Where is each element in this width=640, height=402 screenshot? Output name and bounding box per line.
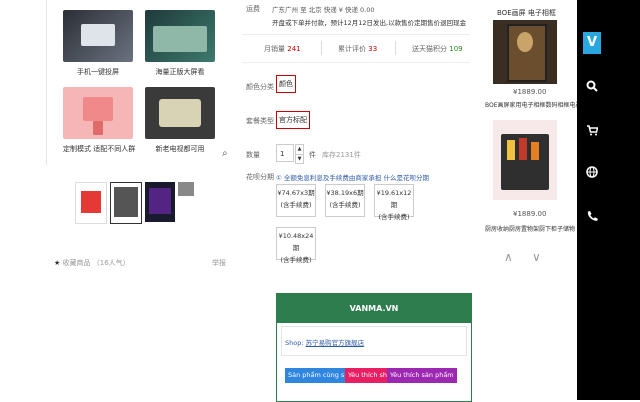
thumbnail-4[interactable] bbox=[178, 182, 208, 222]
gallery-image bbox=[63, 87, 133, 139]
package-option[interactable]: 官方标配 bbox=[276, 111, 310, 129]
shipping-text: 广东广州 至 北京 快递 ¥ 快递 0.00 bbox=[272, 6, 375, 14]
divider bbox=[242, 62, 470, 63]
vanma-panel: VANMA.VN Shop: 苏宁易购官方旗舰店 Sản phẩm cùng s… bbox=[276, 293, 472, 402]
qty-unit: 件 bbox=[309, 151, 316, 159]
promo-text: 开盘或下单并付款，预计12月12日发出,以款售价定期售价退回现金 bbox=[272, 19, 467, 27]
gallery-caption: 手机一键投屏 bbox=[77, 68, 119, 76]
vanma-sidebar: V bbox=[577, 0, 640, 400]
installment-label: 花呗分期 bbox=[246, 173, 274, 181]
favorite-link[interactable]: ★ 收藏商品 （16人气） bbox=[54, 258, 130, 268]
recommend-price: ¥1889.00 bbox=[513, 88, 547, 96]
recommend-image-2[interactable] bbox=[493, 120, 557, 200]
stat-monthly-sales: 月销量 241 bbox=[264, 45, 301, 53]
search-icon[interactable] bbox=[577, 80, 606, 95]
vanma-title: VANMA.VN bbox=[277, 294, 471, 323]
scroll-up-icon[interactable]: ∧ bbox=[504, 250, 513, 264]
divider bbox=[321, 41, 322, 55]
qty-decrease-button[interactable]: ▼ bbox=[295, 154, 304, 164]
divider bbox=[46, 0, 47, 165]
shipping-label: 运费 bbox=[246, 5, 260, 13]
divider bbox=[242, 34, 470, 35]
stock-text: 库存2131件 bbox=[322, 151, 361, 159]
package-label: 套餐类型 bbox=[246, 117, 274, 125]
recommend-image-1[interactable] bbox=[493, 20, 557, 84]
color-label: 颜色分类 bbox=[246, 83, 274, 91]
installment-option[interactable]: ¥74.67x3期 (含手续费) bbox=[276, 184, 316, 217]
recommend-header: BOE画屏 电子相框 bbox=[497, 9, 556, 17]
vanma-logo[interactable]: V bbox=[583, 32, 601, 54]
gallery-item-cast[interactable]: 手机一键投屏 bbox=[63, 10, 133, 77]
thumbnail-2[interactable] bbox=[110, 182, 142, 224]
gallery-image bbox=[145, 87, 215, 139]
stat-points: 送天猫积分 109 bbox=[412, 45, 463, 53]
thumbnail-3[interactable] bbox=[145, 182, 175, 222]
globe-icon[interactable] bbox=[577, 166, 606, 181]
color-option[interactable]: 颜色 bbox=[276, 75, 296, 93]
gallery-item-content[interactable]: 海量正版大屏看 bbox=[145, 10, 215, 77]
report-link[interactable]: 举报 bbox=[212, 258, 226, 268]
recommend-price: ¥1889.00 bbox=[513, 210, 547, 218]
vanma-shop-box bbox=[281, 326, 467, 356]
gallery-caption: 定制模式 适配不同人群 bbox=[63, 145, 136, 153]
scroll-down-icon[interactable]: ∨ bbox=[532, 250, 541, 264]
gallery-item-tv[interactable]: 新老电视都可用 bbox=[145, 87, 215, 154]
recommend-title[interactable]: BOE画屏家用电子相框数码相框电视 bbox=[485, 100, 582, 109]
gallery-image bbox=[145, 10, 215, 62]
thumbnail-1[interactable] bbox=[75, 182, 107, 224]
star-icon: ★ bbox=[54, 259, 63, 267]
stat-reviews[interactable]: 累计评价 33 bbox=[338, 44, 377, 54]
gallery-caption: 海量正版大屏看 bbox=[155, 68, 205, 76]
gallery-item-modes[interactable]: 定制模式 适配不同人群 bbox=[63, 87, 136, 154]
gallery-image bbox=[63, 10, 133, 62]
installment-note[interactable]: ① 全额免息利息及手续费由商家承担 什么是花呗分期 bbox=[276, 172, 429, 182]
installment-option[interactable]: ¥19.61x12期 (含手续费) bbox=[374, 184, 414, 221]
favorite-product-button[interactable]: Yêu thích sản phẩm bbox=[387, 368, 457, 383]
recommend-title[interactable]: 厨房收纳厨房置物架厨下柜子储物 bbox=[485, 224, 575, 233]
gallery-caption: 新老电视都可用 bbox=[155, 145, 205, 153]
zoom-icon[interactable]: ⌕ bbox=[222, 148, 228, 159]
installment-option[interactable]: ¥10.48x24期 (含手续费) bbox=[276, 227, 316, 264]
divider bbox=[395, 41, 396, 55]
qty-label: 数量 bbox=[246, 151, 260, 159]
phone-icon[interactable] bbox=[577, 210, 606, 225]
cart-icon[interactable] bbox=[577, 124, 606, 139]
qty-input[interactable]: 1 bbox=[276, 144, 294, 162]
installment-option[interactable]: ¥38.19x6期 (含手续费) bbox=[325, 184, 365, 217]
